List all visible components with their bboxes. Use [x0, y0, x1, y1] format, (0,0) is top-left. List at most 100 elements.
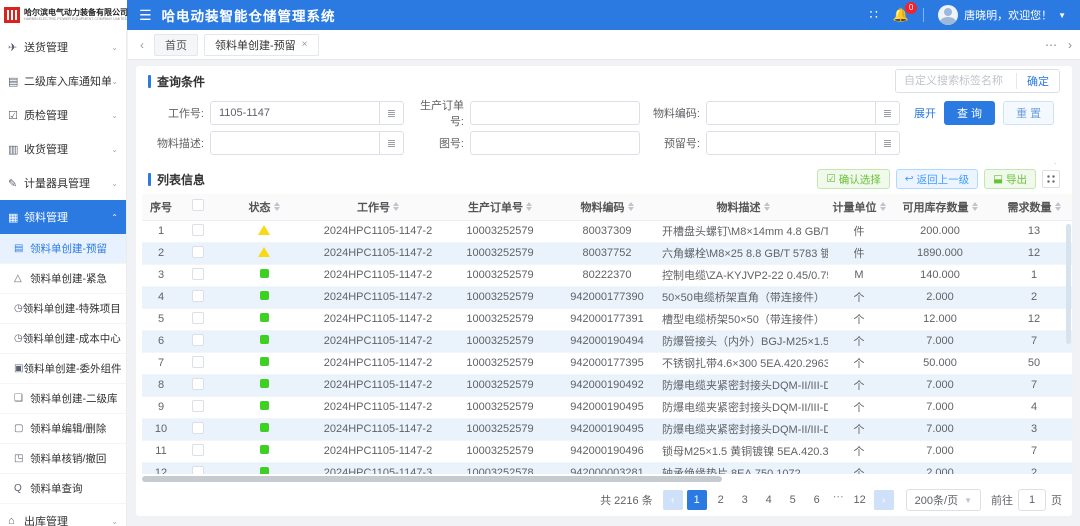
- notification-bell[interactable]: 🔔 0: [893, 7, 909, 23]
- page-number[interactable]: 4: [759, 490, 779, 510]
- confirm-select-button[interactable]: ☑确认选择: [817, 169, 889, 189]
- row-checkbox[interactable]: [192, 312, 204, 324]
- field-input[interactable]: [706, 131, 876, 155]
- vertical-scrollbar[interactable]: [1066, 224, 1071, 344]
- export-button[interactable]: ⬓导出: [984, 169, 1036, 189]
- prev-page-button[interactable]: ‹: [663, 490, 683, 510]
- fullscreen-icon[interactable]: ∷: [870, 7, 879, 23]
- tab-scroll-left-icon[interactable]: ‹: [136, 38, 148, 52]
- sidebar-subitem[interactable]: ▣领料单创建-委外组件: [0, 354, 126, 384]
- table-row[interactable]: 72024HPC1105-1147-2100032525799420001773…: [142, 352, 1072, 374]
- sort-icon[interactable]: [274, 202, 280, 211]
- sidebar-item[interactable]: ✈送货管理⌄: [0, 30, 126, 64]
- row-checkbox[interactable]: [192, 224, 204, 236]
- column-header[interactable]: 可用库存数量: [890, 194, 990, 220]
- goto-page-input[interactable]: [1018, 489, 1046, 511]
- tag-confirm-button[interactable]: 确定: [1016, 73, 1059, 89]
- page-number[interactable]: 12: [850, 490, 870, 510]
- column-settings-button[interactable]: [1042, 170, 1060, 188]
- sidebar-subitem[interactable]: Q领料单查询: [0, 474, 126, 504]
- sidebar-subitem[interactable]: ▢领料单编辑/删除: [0, 414, 126, 444]
- row-checkbox[interactable]: [192, 356, 204, 368]
- page-number[interactable]: 6: [807, 490, 827, 510]
- table-row[interactable]: 112024HPC1105-1147-210003252579942000190…: [142, 440, 1072, 462]
- user-menu[interactable]: 唐晓明，欢迎您！ ▼: [938, 5, 1066, 25]
- reset-button[interactable]: 重 置: [1003, 101, 1054, 125]
- row-checkbox[interactable]: [192, 466, 204, 475]
- sidebar-subitem[interactable]: ❏领料单创建-二级库: [0, 384, 126, 414]
- tab-more-icon[interactable]: ⋯: [1045, 38, 1058, 52]
- page-number[interactable]: 5: [783, 490, 803, 510]
- table-row[interactable]: 92024HPC1105-1147-2100032525799420001904…: [142, 396, 1072, 418]
- sidebar-item[interactable]: ☑质检管理⌄: [0, 98, 126, 132]
- row-checkbox[interactable]: [192, 444, 204, 456]
- field-input[interactable]: [470, 131, 640, 155]
- tab-active[interactable]: 领料单创建-预留×: [204, 34, 319, 56]
- sidebar-subitem[interactable]: ◳领料单核销/撤回: [0, 444, 126, 474]
- sidebar-item[interactable]: ⌂出库管理⌄: [0, 504, 126, 526]
- row-checkbox[interactable]: [192, 246, 204, 258]
- sidebar-item[interactable]: ▥收货管理⌄: [0, 132, 126, 166]
- sidebar-item[interactable]: ▤二级库入库通知单⌄: [0, 64, 126, 98]
- column-header[interactable]: 生产订单号: [444, 194, 556, 220]
- sidebar-subitem[interactable]: △领料单创建-紧急: [0, 264, 126, 294]
- sidebar-subitem[interactable]: ◷领料单创建-成本中心: [0, 324, 126, 354]
- row-checkbox[interactable]: [192, 400, 204, 412]
- expand-link[interactable]: 展开: [914, 105, 936, 121]
- row-checkbox[interactable]: [192, 378, 204, 390]
- column-header[interactable]: 工作号: [312, 194, 444, 220]
- row-checkbox[interactable]: [192, 334, 204, 346]
- select-all-checkbox[interactable]: [192, 199, 204, 211]
- sidebar-collapse-icon[interactable]: ☰: [139, 7, 152, 24]
- field-input[interactable]: [210, 131, 380, 155]
- row-checkbox[interactable]: [192, 268, 204, 280]
- sidebar-subitem[interactable]: ▤领料单创建-预留: [0, 234, 126, 264]
- table-row[interactable]: 12024HPC1105-1147-21000325257980037309开槽…: [142, 220, 1072, 242]
- field-input[interactable]: [470, 101, 640, 125]
- table-row[interactable]: 102024HPC1105-1147-210003252579942000190…: [142, 418, 1072, 440]
- filter-icon[interactable]: ≣: [876, 131, 900, 155]
- row-checkbox[interactable]: [192, 422, 204, 434]
- table-row[interactable]: 22024HPC1105-1147-21000325257980037752六角…: [142, 242, 1072, 264]
- custom-tag-name-input[interactable]: [896, 70, 1016, 92]
- sort-icon[interactable]: [764, 202, 770, 211]
- column-header[interactable]: 计量单位: [828, 194, 890, 220]
- page-number[interactable]: 2: [711, 490, 731, 510]
- table-row[interactable]: 62024HPC1105-1147-2100032525799420001904…: [142, 330, 1072, 352]
- page-size-select[interactable]: 200条/页 ▼: [906, 489, 981, 511]
- sort-icon[interactable]: [526, 202, 532, 211]
- sort-icon[interactable]: [1055, 202, 1061, 211]
- table-row[interactable]: 42024HPC1105-1147-2100032525799420001773…: [142, 286, 1072, 308]
- column-header[interactable]: 状态: [216, 194, 312, 220]
- search-button[interactable]: 查 询: [944, 101, 995, 125]
- page-number[interactable]: 3: [735, 490, 755, 510]
- column-header[interactable]: 物料编码: [556, 194, 658, 220]
- back-level-button[interactable]: ↩返回上一级: [896, 169, 978, 189]
- filter-icon[interactable]: ≣: [380, 101, 404, 125]
- sidebar-subitem[interactable]: ◷领料单创建-特殊项目: [0, 294, 126, 324]
- field-input[interactable]: [706, 101, 876, 125]
- tab-item[interactable]: 首页: [154, 34, 198, 56]
- close-icon[interactable]: ×: [302, 39, 308, 50]
- column-header[interactable]: 物料描述: [658, 194, 828, 220]
- sort-icon[interactable]: [972, 202, 978, 211]
- field-input[interactable]: [210, 101, 380, 125]
- sort-icon[interactable]: [393, 202, 399, 211]
- sidebar-item[interactable]: ▦领料管理⌃: [0, 200, 126, 234]
- table-row[interactable]: 52024HPC1105-1147-2100032525799420001773…: [142, 308, 1072, 330]
- table-row[interactable]: 32024HPC1105-1147-21000325257980222370控制…: [142, 264, 1072, 286]
- next-page-button[interactable]: ›: [874, 490, 894, 510]
- page-number[interactable]: 1: [687, 490, 707, 510]
- column-header[interactable]: 需求数量: [990, 194, 1072, 220]
- filter-icon[interactable]: ≣: [876, 101, 900, 125]
- horizontal-scrollbar[interactable]: [142, 476, 722, 482]
- tab-scroll-right-icon[interactable]: ›: [1068, 38, 1072, 52]
- sort-icon[interactable]: [628, 202, 634, 211]
- row-checkbox[interactable]: [192, 290, 204, 302]
- sort-icon[interactable]: [880, 202, 886, 211]
- table-row[interactable]: 82024HPC1105-1147-2100032525799420001904…: [142, 374, 1072, 396]
- filter-icon[interactable]: ≣: [380, 131, 404, 155]
- sidebar-item[interactable]: ✎计量器具管理⌄: [0, 166, 126, 200]
- table-row[interactable]: 122024HPC1105-1147-310003252578942000003…: [142, 462, 1072, 474]
- column-header[interactable]: [180, 194, 216, 220]
